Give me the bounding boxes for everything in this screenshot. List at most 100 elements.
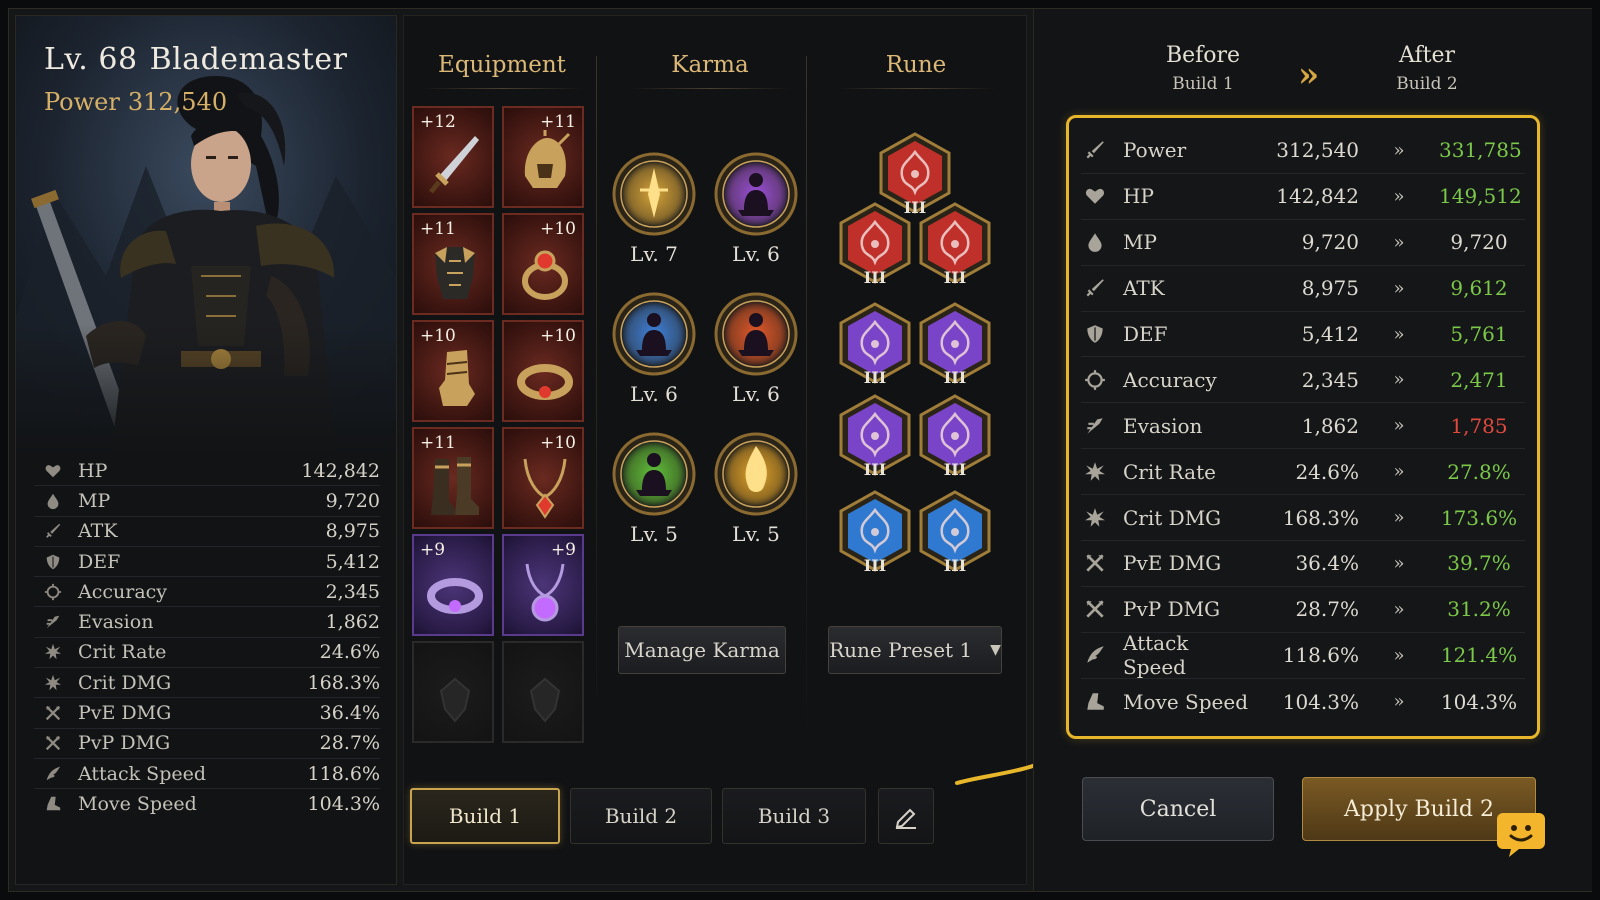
burst-icon [34, 641, 62, 663]
compare-label: HP [1123, 184, 1154, 209]
drop-icon [34, 490, 62, 512]
tab-build-3[interactable]: Build 3 [722, 788, 866, 844]
crossed-swords-icon [34, 702, 62, 724]
equipment-slot-helmet[interactable]: +11 [502, 106, 584, 208]
equipment-slot-empty-slot-1[interactable] [412, 641, 494, 743]
sword-icon [34, 520, 62, 542]
karma-level: Lv. 7 [630, 242, 678, 266]
before-value: 142,842 [1276, 184, 1359, 209]
double-chevron-icon: » [1393, 644, 1405, 666]
sword-icon [1081, 277, 1109, 299]
sword-item-icon [429, 136, 479, 194]
after-value: 39.7% [1447, 551, 1511, 576]
meditate-icon [612, 432, 696, 516]
sword-icon [1081, 139, 1109, 161]
after-value: 9,720 [1450, 230, 1508, 255]
rune-rank: III [863, 268, 887, 287]
stat-value: 104.3% [307, 793, 380, 816]
stat-value: 2,345 [325, 580, 380, 603]
karma-slot[interactable] [612, 432, 696, 516]
pencil-icon [895, 808, 916, 829]
before-value: 8,975 [1301, 276, 1359, 301]
enhance-level: +9 [550, 540, 576, 560]
equipment-slot-gauntlet[interactable]: +10 [412, 320, 494, 422]
equipment-slot-ring[interactable]: +10 [502, 213, 584, 315]
after-build: Build 2 [1396, 74, 1458, 94]
rune-preset-dropdown[interactable]: Rune Preset 1 ▼ [828, 626, 1002, 674]
compare-label: Attack Speed [1123, 631, 1189, 680]
after-value: 2,471 [1450, 367, 1508, 392]
equipment-slot-boots[interactable]: +11 [412, 427, 494, 529]
after-value: 9,612 [1450, 276, 1508, 301]
karma-level: Lv. 5 [630, 522, 678, 546]
equipment-slot-bracelet[interactable]: +10 [502, 320, 584, 422]
enhance-level: +10 [540, 326, 576, 346]
column-divider [806, 56, 807, 746]
burst-icon [1081, 507, 1109, 529]
meditate-icon [612, 292, 696, 376]
double-chevron-icon: » [1393, 139, 1405, 161]
compare-row: PvE DMG 36.4% » 39.7% [1081, 541, 1525, 587]
equipment-slot-empty-slot-2[interactable] [502, 641, 584, 743]
before-build: Build 1 [1172, 74, 1234, 94]
after-value: 331,785 [1439, 138, 1522, 163]
manage-karma-button[interactable]: Manage Karma [618, 626, 786, 674]
compare-label: PvE DMG [1123, 551, 1222, 576]
after-header: After Build 2 [1372, 43, 1482, 94]
stat-value: 118.6% [307, 762, 380, 785]
equipment-slot-necklace[interactable]: +10 [502, 427, 584, 529]
equipment-slot-sword[interactable]: +12 [412, 106, 494, 208]
stat-label: HP [78, 459, 108, 482]
karma-slot[interactable] [714, 432, 798, 516]
gauntlet-item-icon [439, 350, 475, 406]
stat-row: Evasion 1,862 [34, 607, 380, 638]
before-value: 24.6% [1295, 459, 1359, 484]
stat-label: ATK [78, 520, 118, 543]
equipment-slot-bracelet-purple[interactable]: +9 [412, 534, 494, 636]
karma-slot[interactable] [612, 152, 696, 236]
karma-slot[interactable] [612, 292, 696, 376]
stat-label: Accuracy [78, 580, 168, 603]
stat-value: 24.6% [319, 641, 380, 664]
stats-list: HP 142,842 MP 9,720 ATK 8,975 DEF 5,412 Accuracy… [34, 456, 380, 820]
compare-label: PvP DMG [1123, 597, 1221, 622]
cancel-button[interactable]: Cancel [1082, 777, 1274, 841]
compare-row: MP 9,720 » 9,720 [1081, 220, 1525, 266]
compare-arrows-icon: » [1298, 55, 1320, 95]
double-chevron-icon: » [1393, 691, 1405, 713]
stat-label: MP [78, 489, 111, 512]
golden-blade-icon [612, 152, 696, 236]
compare-row: HP 142,842 » 149,512 [1081, 174, 1525, 220]
tab-build-2[interactable]: Build 2 [570, 788, 712, 844]
double-chevron-icon: » [1393, 369, 1405, 391]
stat-label: PvP DMG [78, 732, 171, 755]
stat-value: 36.4% [319, 702, 380, 725]
compare-label: Crit DMG [1123, 505, 1222, 530]
karma-slot[interactable] [714, 152, 798, 236]
tab-build-1[interactable]: Build 1 [410, 788, 560, 844]
crossed-swords-icon [34, 732, 62, 754]
character-class: Blademaster [149, 42, 348, 77]
bracelet-item-icon [427, 578, 483, 614]
karma-level: Lv. 5 [732, 522, 780, 546]
stat-value: 9,720 [325, 489, 380, 512]
stat-value: 142,842 [301, 459, 380, 482]
karma-slot[interactable] [714, 292, 798, 376]
equipment-slot-armor[interactable]: +11 [412, 213, 494, 315]
rune-rank: III [863, 556, 887, 575]
chat-bubble-icon[interactable] [1495, 811, 1547, 859]
stat-row: PvE DMG 36.4% [34, 698, 380, 729]
compare-row: Accuracy 2,345 » 2,471 [1081, 357, 1525, 404]
karma-level: Lv. 6 [732, 382, 780, 406]
double-chevron-icon: » [1393, 323, 1405, 345]
equipment-slot-amulet-purple[interactable]: +9 [502, 534, 584, 636]
stat-label: Move Speed [78, 793, 197, 816]
edit-build-button[interactable] [878, 788, 934, 844]
before-value: 5,412 [1301, 322, 1359, 346]
compare-label: Accuracy [1123, 367, 1217, 392]
enhance-level: +11 [420, 433, 456, 453]
compare-row: PvP DMG 28.7% » 31.2% [1081, 587, 1525, 633]
karma-header: Karma [626, 52, 794, 78]
stat-row: ATK 8,975 [34, 517, 380, 547]
double-chevron-icon: » [1393, 552, 1405, 574]
